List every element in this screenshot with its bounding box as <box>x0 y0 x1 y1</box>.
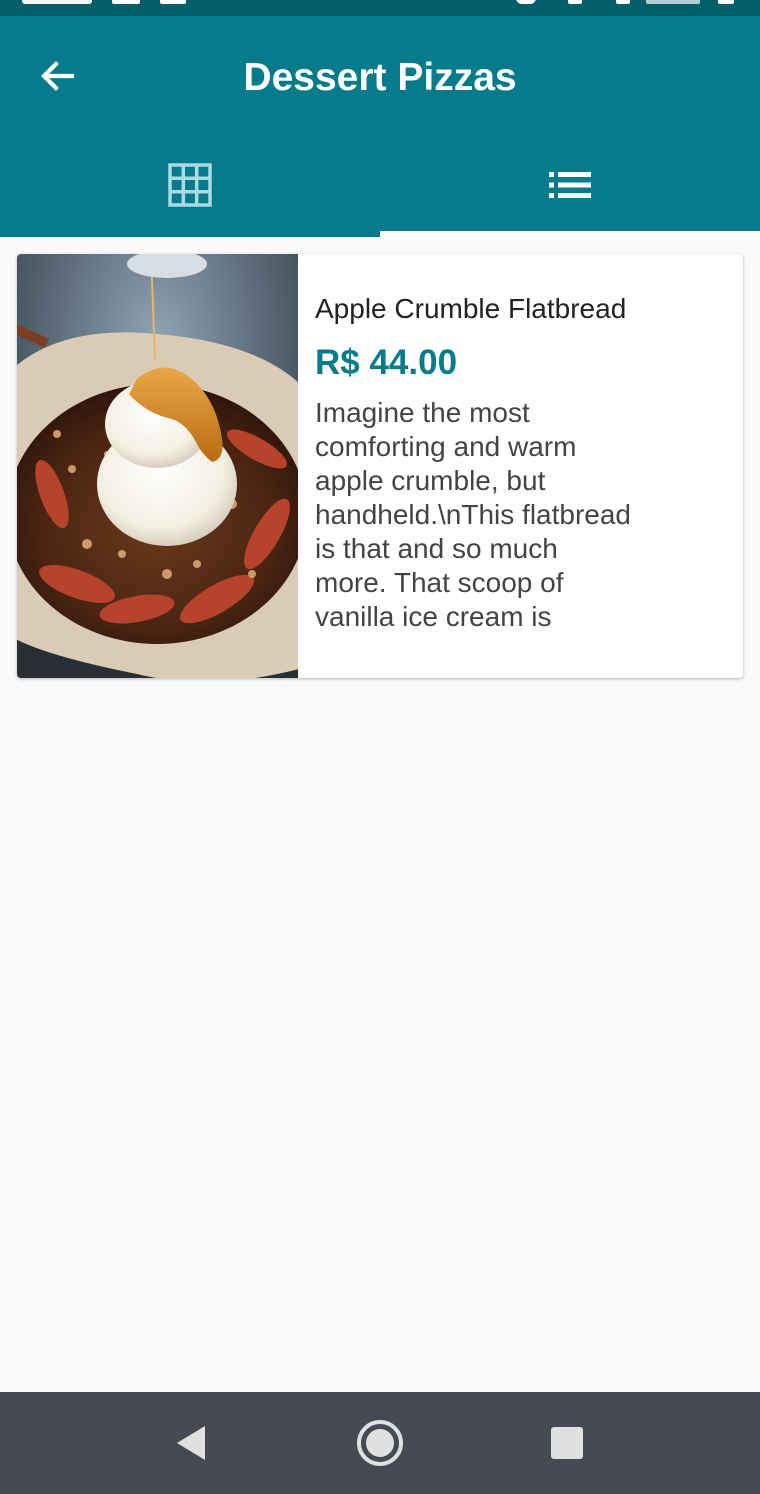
tab-list-view[interactable] <box>380 132 760 237</box>
product-card[interactable]: Apple Crumble Flatbread R$ 44.00 Imagine… <box>17 254 743 678</box>
app-bar: Dessert Pizzas <box>0 0 760 237</box>
product-price: R$ 44.00 <box>315 343 458 382</box>
battery-icon <box>718 0 734 4</box>
wifi-icon <box>616 0 630 4</box>
notification-icon <box>112 0 140 4</box>
status-bar <box>0 0 760 16</box>
notification-icon <box>160 0 186 4</box>
page-title: Dessert Pizzas <box>243 56 517 99</box>
list-view-icon <box>549 171 591 198</box>
status-icon <box>568 0 582 4</box>
tab-grid-view[interactable] <box>0 132 380 237</box>
signal-icon <box>646 0 700 4</box>
circle-home-icon <box>357 1420 403 1466</box>
nav-back-button[interactable] <box>150 1408 230 1478</box>
status-time-fragment <box>22 0 92 4</box>
grid-view-icon <box>168 162 212 207</box>
product-image <box>17 254 298 678</box>
system-nav-bar <box>0 1392 760 1494</box>
triangle-back-icon <box>177 1426 205 1460</box>
status-icon <box>516 0 536 4</box>
product-info: Apple Crumble Flatbread R$ 44.00 Imagine… <box>315 290 725 634</box>
product-name: Apple Crumble Flatbread <box>315 293 627 324</box>
square-recents-icon <box>551 1427 583 1459</box>
product-description: Imagine the most comforting and warm app… <box>315 397 631 632</box>
arrow-back-icon <box>41 61 75 91</box>
nav-home-button[interactable] <box>340 1408 420 1478</box>
nav-recents-button[interactable] <box>527 1408 607 1478</box>
back-button[interactable] <box>28 50 88 102</box>
tab-indicator <box>380 231 760 237</box>
